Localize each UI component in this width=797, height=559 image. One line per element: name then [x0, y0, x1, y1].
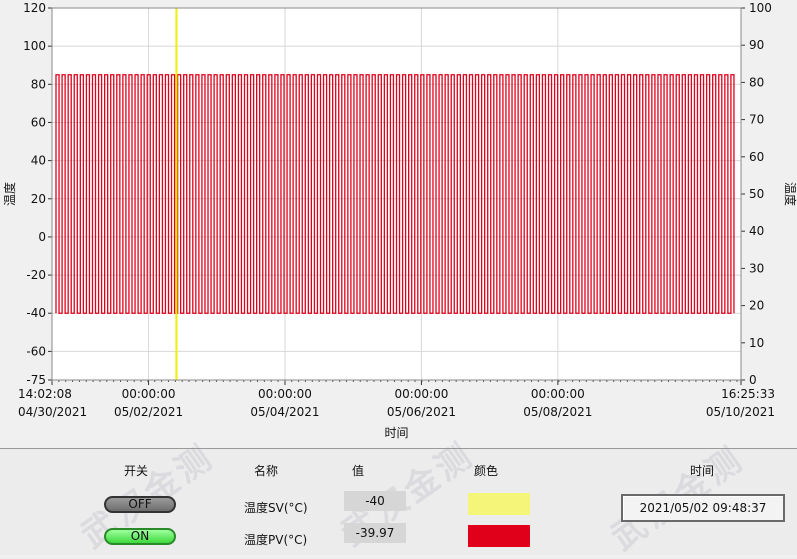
temperature-chart[interactable]: 120100806040200-20-40-60-751009080706050… — [0, 0, 797, 447]
sv-value: -40 — [344, 491, 406, 511]
y-left-tick-label: 60 — [31, 115, 46, 129]
y-right-tick-label: 80 — [749, 75, 764, 89]
x-tick-time-label: 00:00:00 — [122, 387, 176, 401]
x-tick-date-label: 05/04/2021 — [250, 405, 319, 419]
y-left-tick-label: 20 — [31, 192, 46, 206]
y-right-axis-title: 温度 — [783, 182, 797, 206]
x-tick-time-label: 00:00:00 — [394, 387, 448, 401]
y-left-tick-label: 120 — [23, 1, 46, 15]
y-right-tick-label: 20 — [749, 299, 764, 313]
sv-toggle-switch[interactable]: OFF — [104, 496, 176, 513]
y-left-tick-label: 0 — [38, 230, 46, 244]
x-tick-time-label: 16:25:33 — [721, 387, 775, 401]
x-tick-time-label: 14:02:08 — [18, 387, 72, 401]
y-right-tick-label: 70 — [749, 113, 764, 127]
header-value: 值 — [352, 464, 365, 478]
y-right-tick-label: 60 — [749, 150, 764, 164]
time-display: 2021/05/02 09:48:37 — [621, 494, 785, 522]
y-left-tick-label: -60 — [26, 344, 46, 358]
sv-series-name: 温度SV(°C) — [244, 501, 308, 515]
y-right-tick-label: 30 — [749, 261, 764, 275]
y-right-tick-label: 100 — [749, 1, 772, 15]
y-left-tick-label: -75 — [26, 373, 46, 387]
x-tick-date-label: 05/10/2021 — [706, 405, 775, 419]
x-axis-title: 时间 — [384, 426, 408, 440]
x-tick-date-label: 04/30/2021 — [18, 405, 87, 419]
y-right-tick-label: 50 — [749, 187, 764, 201]
x-tick-time-label: 00:00:00 — [258, 387, 312, 401]
x-tick-date-label: 05/02/2021 — [114, 405, 183, 419]
y-left-tick-label: 100 — [23, 39, 46, 53]
x-tick-date-label: 05/06/2021 — [387, 405, 456, 419]
y-left-tick-label: 80 — [31, 77, 46, 91]
y-right-tick-label: 0 — [749, 373, 757, 387]
y-left-tick-label: 40 — [31, 154, 46, 168]
y-left-axis-title: 温度 — [2, 182, 17, 206]
header-name: 名称 — [254, 464, 279, 478]
header-color: 颜色 — [474, 464, 499, 478]
y-right-tick-label: 90 — [749, 38, 764, 52]
y-right-tick-label: 10 — [749, 336, 764, 350]
x-tick-time-label: 00:00:00 — [531, 387, 585, 401]
pv-value: -39.97 — [344, 523, 406, 543]
header-time: 时间 — [690, 464, 715, 478]
pv-series-name: 温度PV(°C) — [244, 533, 308, 547]
header-switch: 开关 — [124, 464, 149, 478]
sv-color-swatch[interactable] — [468, 493, 530, 515]
x-tick-date-label: 05/08/2021 — [523, 405, 592, 419]
y-left-tick-label: -20 — [26, 268, 46, 282]
y-left-tick-label: -40 — [26, 306, 46, 320]
pv-toggle-switch[interactable]: ON — [104, 528, 176, 545]
y-right-tick-label: 40 — [749, 224, 764, 238]
chart-area: 120 100 80 60 40 20 0 -20 -40 -60 -75 100 90 80 70 60 50… — [0, 0, 797, 447]
pv-color-swatch[interactable] — [468, 525, 530, 547]
